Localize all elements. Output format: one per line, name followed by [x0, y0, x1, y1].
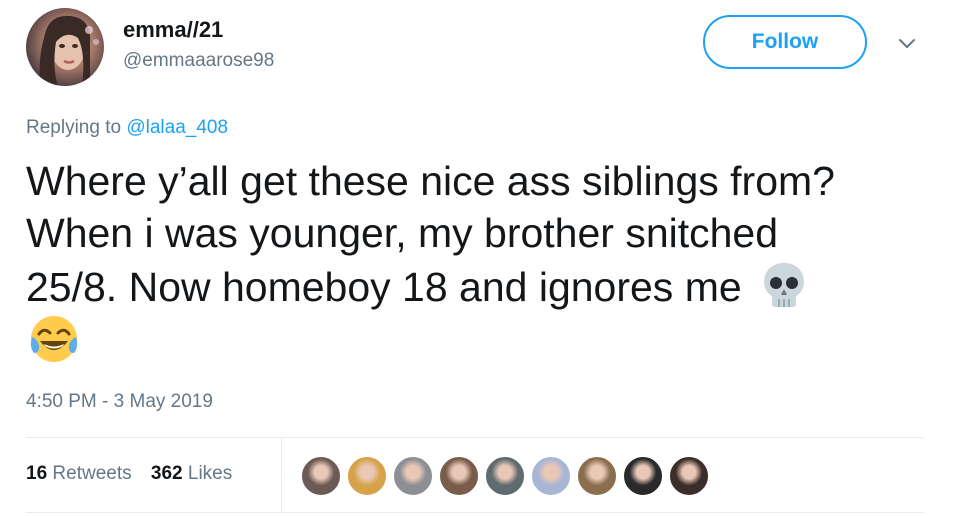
retweets-stat[interactable]: 16 Retweets [26, 463, 132, 484]
retweets-count: 16 [26, 463, 48, 484]
retweets-label: Retweets [47, 463, 132, 484]
author-display-name[interactable]: emma//21 [123, 17, 223, 43]
liker-avatar[interactable] [439, 456, 479, 496]
liker-avatar[interactable] [347, 456, 387, 496]
tweet-line: When i was younger, my brother snitched [26, 210, 779, 256]
tweet-timestamp[interactable]: 4:50 PM - 3 May 2019 [26, 390, 213, 414]
chevron-down-icon[interactable] [896, 32, 918, 54]
liker-avatar[interactable] [485, 456, 525, 496]
liker-avatars [301, 455, 715, 497]
liker-avatar[interactable] [393, 456, 433, 496]
tweet-line-with-emoji: 25/8. Now homeboy 18 and ignores me [26, 259, 946, 313]
author-avatar[interactable] [26, 8, 104, 86]
skull-emoji [763, 263, 804, 307]
reply-prefix: Replying to [26, 117, 127, 138]
likes-label: Likes [182, 463, 233, 484]
liker-avatar[interactable] [531, 456, 571, 496]
reply-context: Replying to @lalaa_408 [26, 116, 228, 140]
tweet-line: Where y’all get these nice ass siblings … [26, 158, 835, 204]
tweet-stats: 16 Retweets 362 Likes [26, 462, 232, 486]
divider [281, 437, 282, 512]
liker-avatar[interactable] [669, 456, 709, 496]
follow-button[interactable]: Follow [703, 15, 867, 69]
likes-count: 362 [150, 463, 183, 484]
tweet-text: Where y’all get these nice ass siblings … [26, 155, 946, 367]
divider [26, 512, 924, 513]
liker-avatar[interactable] [301, 456, 341, 496]
author-handle[interactable]: @emmaaarose98 [123, 49, 274, 73]
profile-photo [39, 15, 99, 86]
divider [26, 437, 924, 438]
tweet-line: 25/8. Now homeboy 18 and ignores me [26, 264, 742, 310]
liker-avatar[interactable] [623, 456, 663, 496]
reply-mention-link[interactable]: @lalaa_408 [126, 117, 228, 138]
tweet-line-emoji [26, 313, 946, 367]
face-with-tears-of-joy-emoji [30, 316, 78, 362]
likes-stat[interactable]: 362 Likes [151, 463, 232, 484]
liker-avatar[interactable] [577, 456, 617, 496]
